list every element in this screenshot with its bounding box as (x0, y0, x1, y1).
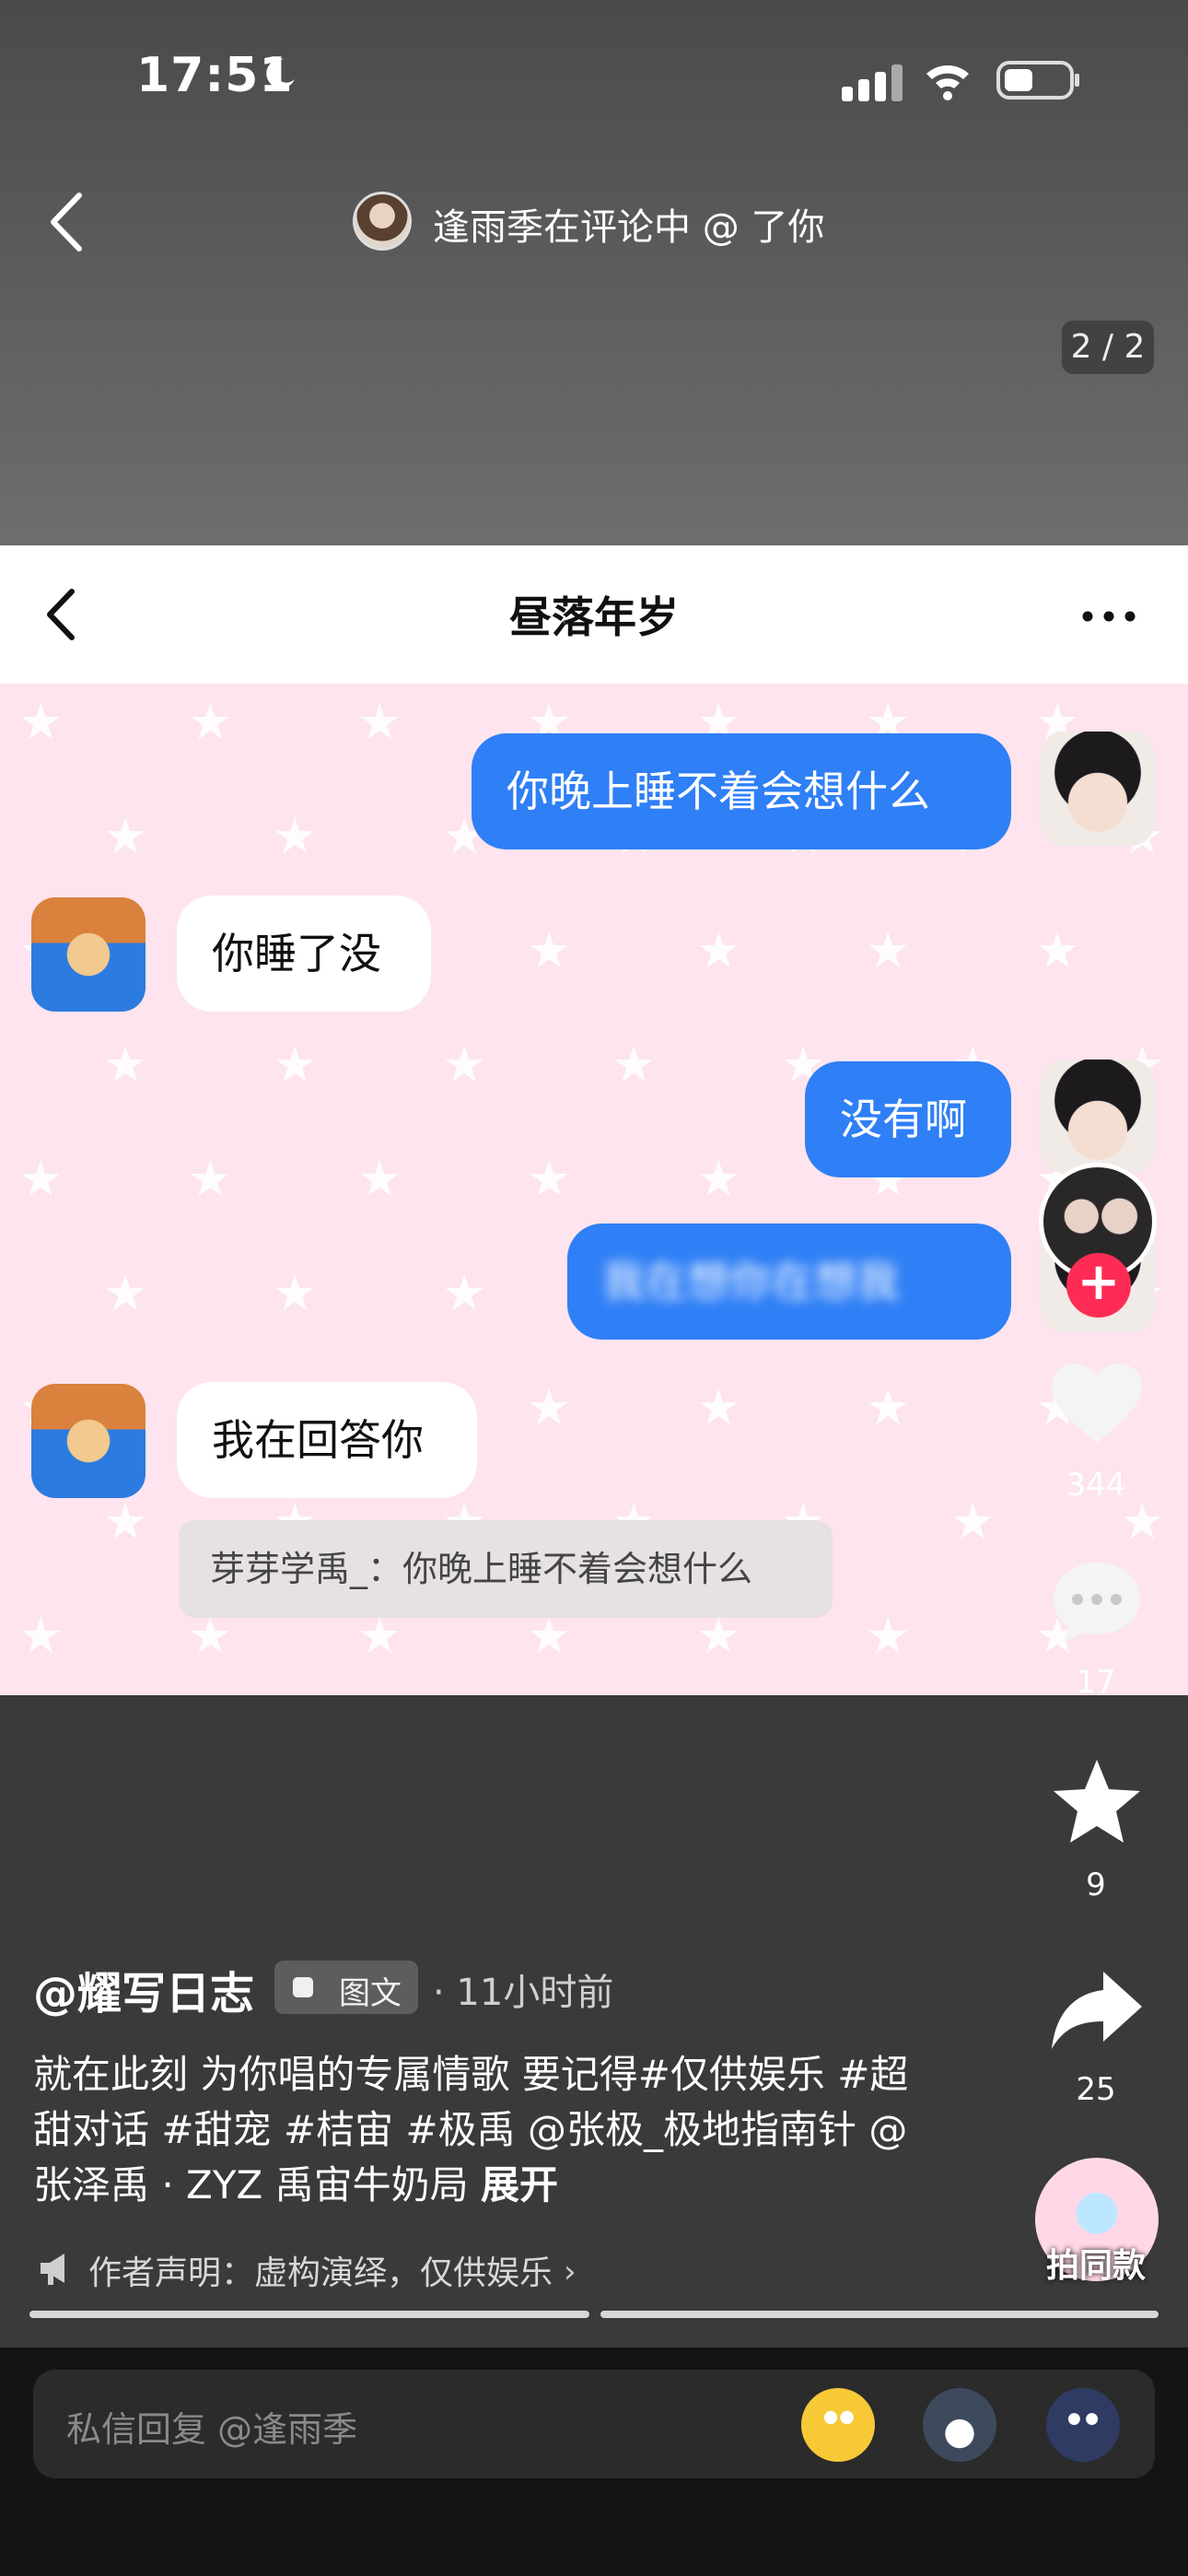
wifi-icon (926, 65, 969, 100)
image-page-indicator: 2 / 2 (1062, 321, 1154, 374)
author-name[interactable]: @耀写日志 (33, 1957, 254, 2021)
background-star: ★ (357, 1150, 402, 1208)
background-star: ★ (866, 1607, 911, 1665)
share-count: 25 (1076, 2071, 1116, 2108)
back-arrow-icon[interactable] (46, 190, 87, 254)
background-star: ★ (18, 693, 64, 751)
cellular-signal-icon (842, 64, 903, 101)
background-star: ★ (103, 807, 148, 865)
message-bubble-sent: 你晚上睡不着会想什么 (472, 733, 1011, 849)
my-avatar (1041, 1060, 1155, 1174)
background-star: ★ (696, 921, 741, 979)
friend-avatar (31, 1384, 146, 1498)
quick-emoji-2[interactable] (923, 2388, 996, 2462)
share-arrow-icon[interactable] (1046, 1964, 1147, 2056)
follow-plus-button[interactable]: + (1066, 1253, 1131, 1317)
background-star: ★ (442, 1264, 487, 1322)
background-star: ★ (1035, 921, 1080, 979)
reply-placeholder: 私信回复 @逢雨季 (66, 2409, 358, 2450)
background-star: ★ (611, 1036, 657, 1094)
image-post-icon (293, 1977, 313, 1997)
background-star: ★ (866, 921, 911, 979)
comment-count: 17 (1076, 1664, 1116, 1701)
post-caption: 就在此刻 为你唱的专属情歌 要记得#仅供娱乐 #超甜对话 #甜宠 #桔宙 #极禹… (33, 2047, 917, 2213)
message-bubble-received: 我在回答你 (177, 1382, 477, 1498)
heart-icon[interactable] (1046, 1358, 1147, 1450)
background-star: ★ (950, 1493, 996, 1551)
background-star: ★ (527, 1150, 572, 1208)
image-progress-segment-1 (29, 2311, 589, 2318)
background-star: ★ (273, 1264, 318, 1322)
moon-icon (266, 58, 295, 88)
post-type-tag: 图文 (274, 1961, 418, 2014)
my-avatar (1041, 732, 1155, 846)
message-bubble-sent-blurred: 我在想你在想我 (567, 1224, 1011, 1340)
chat-screenshot-image: ★ ★ ★ ★ ★ ★ ★ ★ ★ ★ ★ ★ ★ ★ ★ ★ ★ ★ ★ ★ ★ ★ ★ ★ ★ ★ ★ ★ ★ ★ ★ ★ ★ ★ ★ ★ ★ ★ ★ ★… (0, 545, 1188, 1695)
background-star: ★ (188, 1150, 233, 1208)
like-count: 344 (1066, 1467, 1126, 1504)
comment-icon[interactable] (1046, 1555, 1147, 1647)
caption-text: 就在此刻 为你唱的专属情歌 要记得#仅供娱乐 #超甜对话 #甜宠 #桔宙 #极禹… (33, 2052, 909, 2207)
friend-avatar (31, 897, 146, 1012)
megaphone-icon (41, 2254, 64, 2285)
background-star: ★ (527, 921, 572, 979)
chat-header: 昼落年岁 (0, 545, 1188, 684)
author-disclaimer[interactable]: 作者声明：虚构演绎，仅供娱乐 (88, 2246, 553, 2294)
chevron-right-icon: › (564, 2254, 577, 2290)
background-star: ★ (18, 1150, 64, 1208)
post-time: · 11小时前 (433, 1972, 614, 2014)
background-star: ★ (103, 1036, 148, 1094)
background-star: ★ (103, 1493, 148, 1551)
same-style-button-label[interactable]: 拍同款 (1013, 2239, 1179, 2287)
battery-icon (996, 61, 1079, 100)
mention-user-avatar[interactable] (353, 192, 412, 251)
image-progress-segment-2 (600, 2311, 1159, 2318)
expand-link[interactable]: 展开 (481, 2162, 558, 2207)
background-star: ★ (357, 693, 402, 751)
chat-title: 昼落年岁 (509, 592, 679, 642)
background-star: ★ (188, 693, 233, 751)
post-type-label: 图文 (339, 1975, 402, 2012)
quick-emoji-3[interactable] (1046, 2388, 1120, 2462)
blurred-message-text: 我在想你在想我 (602, 1257, 899, 1306)
message-bubble-received: 你睡了没 (177, 896, 431, 1012)
background-star: ★ (696, 1378, 741, 1436)
star-favorite-icon[interactable] (1046, 1756, 1147, 1848)
background-star: ★ (273, 807, 318, 865)
message-bubble-sent: 没有啊 (805, 1061, 1011, 1177)
background-star: ★ (866, 1378, 911, 1436)
background-star: ★ (442, 1036, 487, 1094)
background-star: ★ (273, 1036, 318, 1094)
more-dots-icon (1082, 611, 1136, 622)
quoted-reply: 芽芽学禹_：你晚上睡不着会想什么 (179, 1520, 833, 1618)
background-star: ★ (696, 1150, 741, 1208)
background-star: ★ (103, 1264, 148, 1322)
favorite-count: 9 (1086, 1867, 1106, 1903)
background-star: ★ (527, 1378, 572, 1436)
quick-emoji-1[interactable] (801, 2388, 875, 2462)
mention-notification-text[interactable]: 逢雨季在评论中 @ 了你 (433, 197, 824, 251)
background-star: ★ (18, 1607, 64, 1665)
